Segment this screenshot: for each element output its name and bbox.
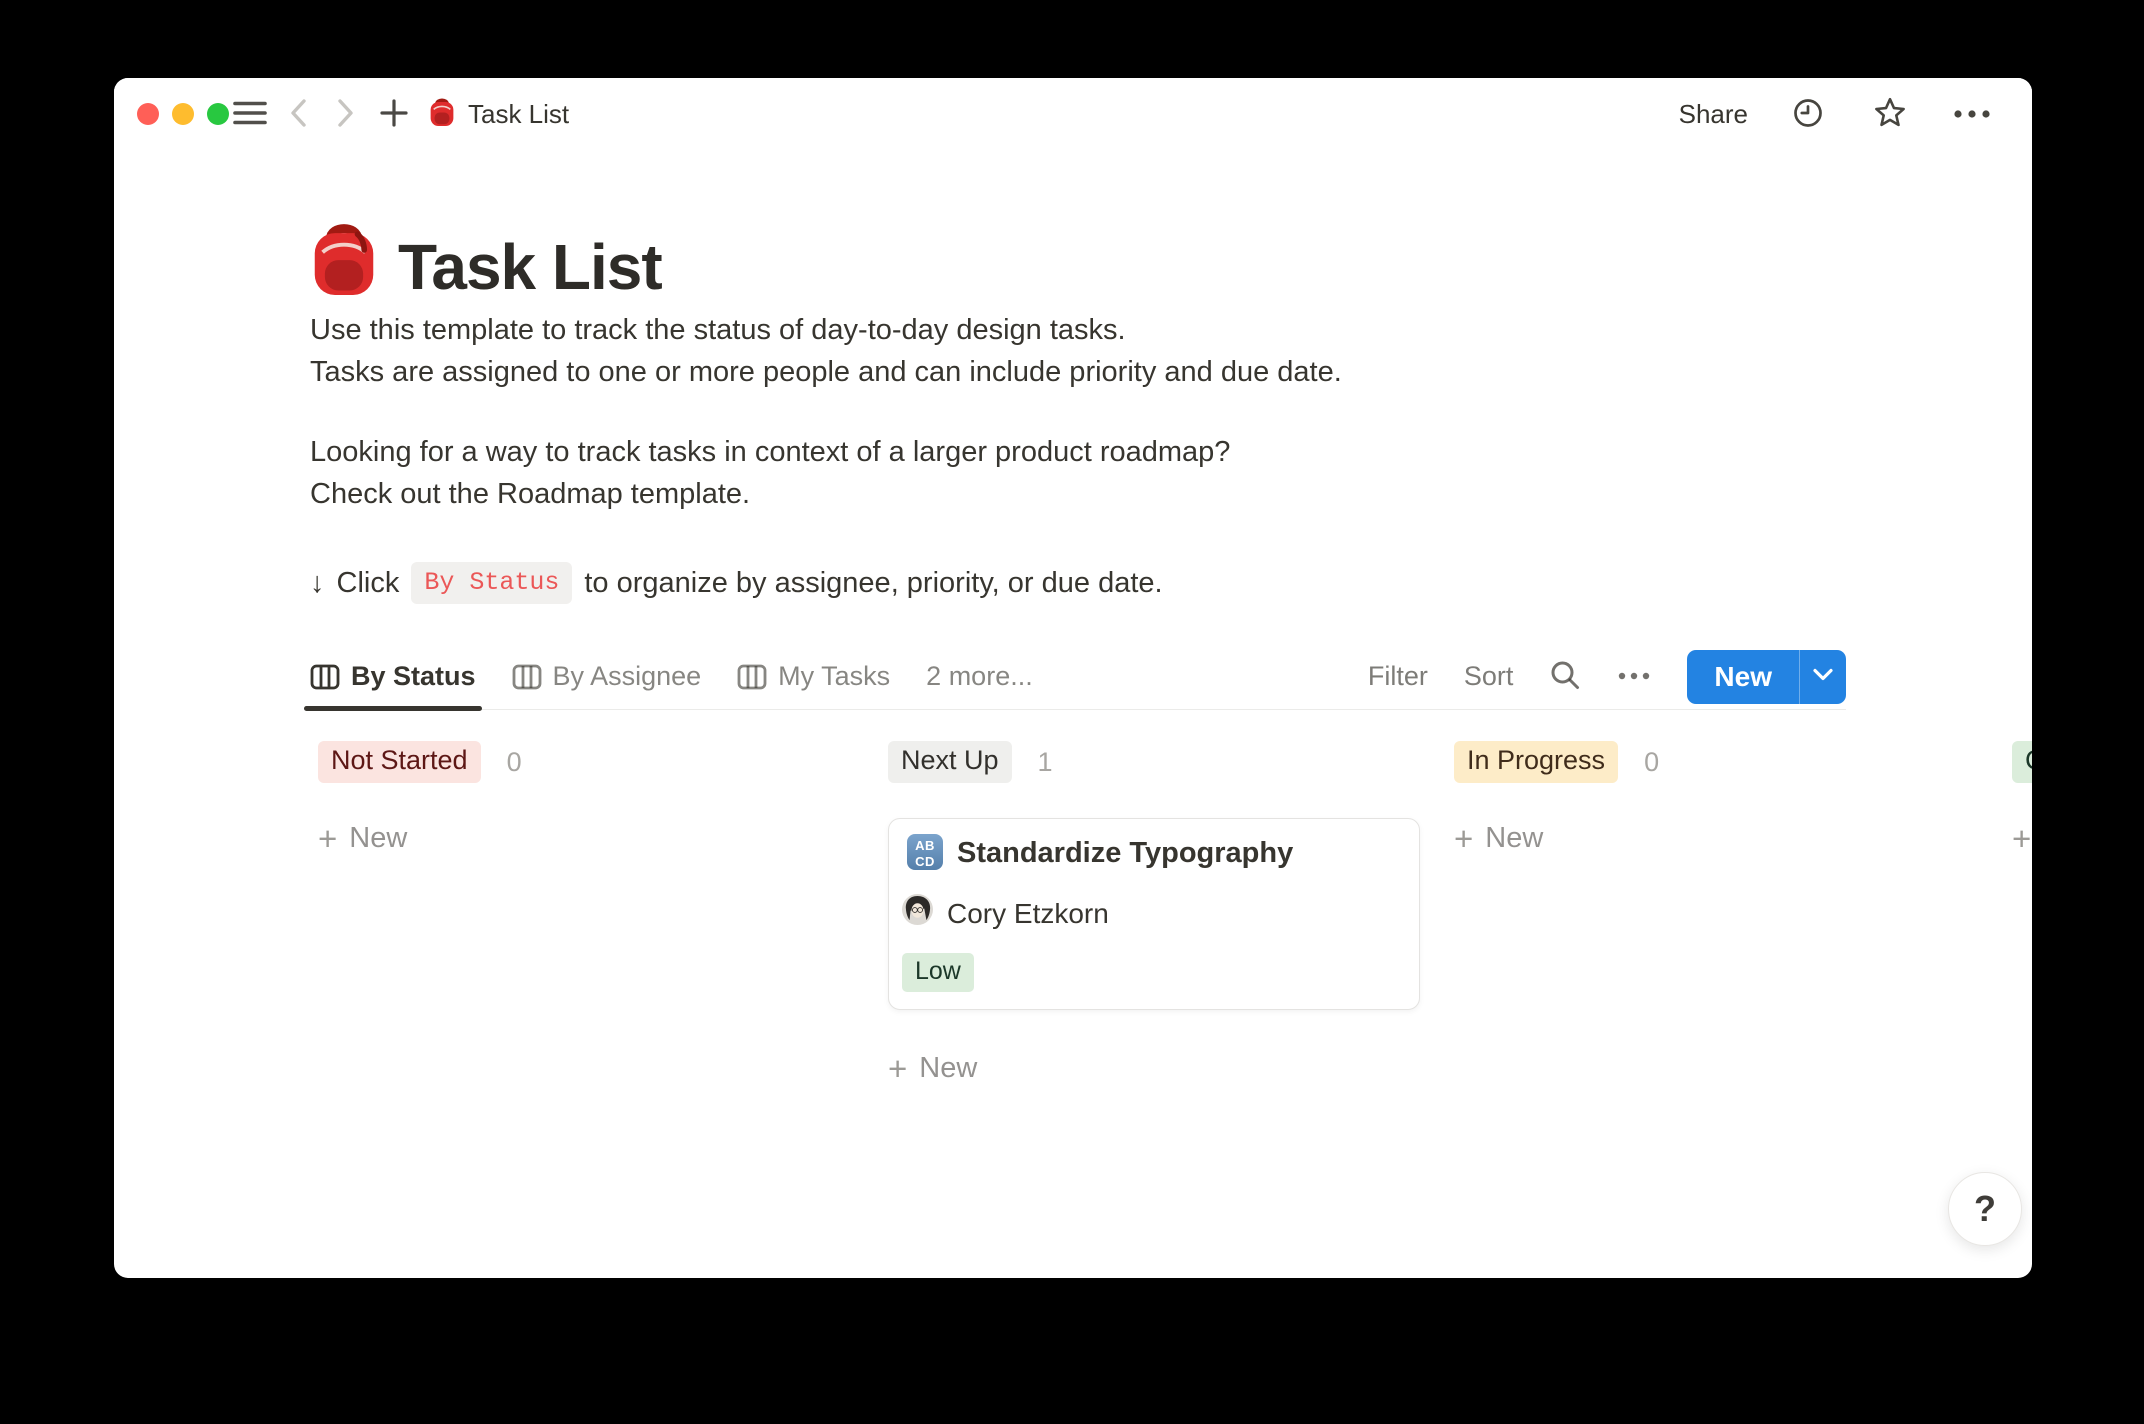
description-line: Check out the Roadmap template. <box>310 478 750 511</box>
ellipsis-icon <box>1617 669 1651 684</box>
chevron-down-icon <box>1811 667 1835 686</box>
board-column-completed-clipped: C + <box>2012 742 2032 855</box>
task-card[interactable]: AB CD Standardize Typography C <box>888 818 1420 1010</box>
toolbar: Task List Share <box>114 78 2032 150</box>
by-status-code-chip: By Status <box>411 562 572 604</box>
priority-badge: Low <box>902 953 974 992</box>
tab-label: My Tasks <box>778 661 890 692</box>
assignee-name: Cory Etzkorn <box>947 898 1109 930</box>
minimize-window-button[interactable] <box>172 103 194 125</box>
forward-button[interactable] <box>324 92 368 136</box>
backpack-icon <box>428 96 456 133</box>
assignee-avatar <box>902 894 933 925</box>
new-task-button-group: New <box>1687 650 1846 704</box>
hint-line: ↓ Click By Status to organize by assigne… <box>310 562 1163 604</box>
tab-label: By Assignee <box>553 661 702 692</box>
task-card-title: Standardize Typography <box>957 837 1293 870</box>
app-window: Task List Share <box>114 78 2032 1278</box>
tab-label: By Status <box>351 661 476 692</box>
status-badge: In Progress <box>1454 741 1618 782</box>
board-view-icon <box>512 664 542 690</box>
new-page-button[interactable] <box>372 92 416 136</box>
new-task-button[interactable]: New <box>1687 650 1799 704</box>
ellipsis-icon <box>1953 107 1991 122</box>
view-bar-controls: Filter Sort New <box>1368 644 1846 709</box>
abcd-input-latin-icon: AB CD <box>907 834 943 870</box>
search-button[interactable] <box>1549 659 1581 694</box>
filter-button[interactable]: Filter <box>1368 661 1428 692</box>
description-line: Use this template to track the status of… <box>310 314 1126 347</box>
description-line: Tasks are assigned to one or more people… <box>310 356 1342 389</box>
close-window-button[interactable] <box>137 103 159 125</box>
hint-click-text: Click <box>337 567 400 600</box>
tab-my-tasks[interactable]: My Tasks <box>737 644 890 709</box>
sidebar-toggle-button[interactable] <box>228 92 272 136</box>
column-count: 0 <box>1644 747 1659 778</box>
updates-button[interactable] <box>1786 92 1830 136</box>
new-task-dropdown-button[interactable] <box>1800 650 1846 704</box>
column-header[interactable]: C <box>2012 742 2032 782</box>
sort-button[interactable]: Sort <box>1464 661 1514 692</box>
search-icon <box>1549 659 1581 694</box>
arrow-down-icon: ↓ <box>310 567 325 600</box>
plus-icon <box>379 98 409 131</box>
column-header[interactable]: Not Started 0 <box>318 742 850 782</box>
plus-icon: + <box>318 822 337 855</box>
view-options-button[interactable] <box>1617 669 1651 684</box>
hamburger-icon <box>233 100 267 129</box>
board-column-next-up: Next Up 1 AB CD Standardize Typography <box>888 742 1420 1085</box>
window-controls <box>137 103 229 125</box>
column-header[interactable]: Next Up 1 <box>888 742 1420 782</box>
toolbar-page-title: Task List <box>468 99 569 130</box>
board-column-not-started: Not Started 0 + New <box>318 742 850 855</box>
plus-icon: + <box>1454 822 1473 855</box>
column-header[interactable]: In Progress 0 <box>1454 742 1986 782</box>
column-count: 1 <box>1038 747 1053 778</box>
back-button[interactable] <box>276 92 320 136</box>
help-button[interactable]: ? <box>1948 1172 2022 1246</box>
add-card-label: New <box>919 1052 977 1085</box>
board-view-icon <box>310 664 340 690</box>
more-options-button[interactable] <box>1950 92 1994 136</box>
status-badge: C <box>2012 741 2032 782</box>
clock-icon <box>1792 97 1824 132</box>
tab-by-status[interactable]: By Status <box>310 644 476 709</box>
add-card-button[interactable]: + <box>2012 822 2032 855</box>
column-count: 0 <box>507 747 522 778</box>
tab-by-assignee[interactable]: By Assignee <box>512 644 702 709</box>
breadcrumb[interactable]: Task List <box>428 96 569 133</box>
favorite-button[interactable] <box>1868 92 1912 136</box>
board-column-in-progress: In Progress 0 + New <box>1454 742 1986 855</box>
add-card-label: New <box>1485 822 1543 855</box>
view-bar: By Status By Assignee My Tasks 2 more...… <box>310 644 1846 710</box>
desktop-background: { "toolbar": { "title": "Task List", "sh… <box>0 0 2144 1424</box>
status-badge: Not Started <box>318 741 481 782</box>
chevron-left-icon <box>288 97 308 132</box>
plus-icon: + <box>2012 822 2031 855</box>
more-views-button[interactable]: 2 more... <box>926 661 1033 692</box>
add-card-button[interactable]: + New <box>318 822 407 855</box>
hint-rest-text: to organize by assignee, priority, or du… <box>584 567 1162 600</box>
page-title: Task List <box>398 230 662 304</box>
star-icon <box>1873 96 1907 133</box>
view-tabs: By Status By Assignee My Tasks 2 more... <box>310 644 1033 709</box>
add-card-button[interactable]: + New <box>1454 822 1543 855</box>
add-card-button[interactable]: + New <box>888 1052 977 1085</box>
description-line: Looking for a way to track tasks in cont… <box>310 436 1230 469</box>
share-button[interactable]: Share <box>1679 99 1748 130</box>
status-badge: Next Up <box>888 741 1012 782</box>
zoom-window-button[interactable] <box>207 103 229 125</box>
page-icon-backpack[interactable] <box>308 218 380 300</box>
plus-icon: + <box>888 1052 907 1085</box>
board-view-icon <box>737 664 767 690</box>
chevron-right-icon <box>336 97 356 132</box>
add-card-label: New <box>349 822 407 855</box>
